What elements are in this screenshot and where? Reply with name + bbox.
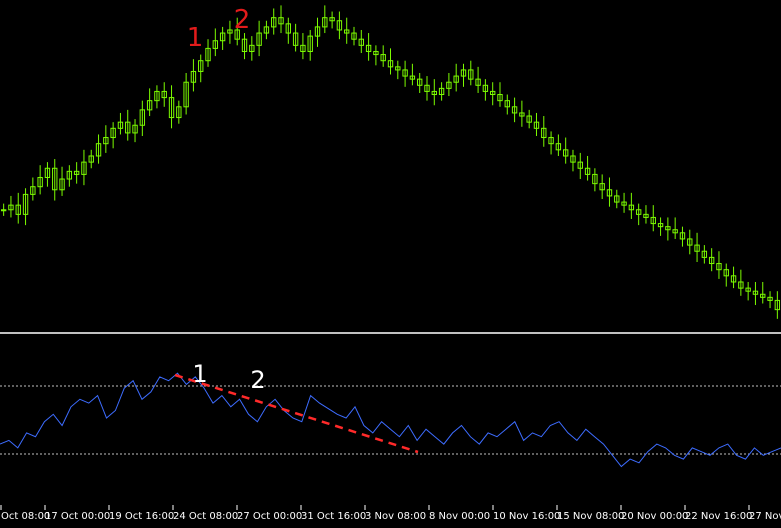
x-axis: Oct 08:0017 Oct 00:0019 Oct 16:0024 Oct … [0, 505, 781, 522]
x-axis-tick-label: 20 Nov 00:00 [621, 511, 688, 522]
indicator-marker-2: 2 [250, 366, 265, 394]
candle-body [0, 209, 7, 212]
x-axis-tick-label: 24 Oct 08:00 [173, 511, 238, 522]
x-axis-tick-label: 8 Nov 00:00 [429, 511, 490, 522]
x-axis-tick-label: 19 Oct 16:00 [109, 511, 174, 522]
x-axis-tick-label: 22 Nov 16:00 [685, 511, 752, 522]
x-axis-tick-label: 15 Nov 08:00 [557, 511, 624, 522]
x-axis-tick-label: 31 Oct 16:00 [301, 511, 366, 522]
price-marker-1: 1 [187, 23, 204, 53]
x-axis-tick-label: 3 Nov 08:00 [365, 511, 426, 522]
indicator-panel: 12 [0, 360, 781, 468]
indicator-marker-1: 1 [192, 360, 207, 388]
price-marker-2: 2 [234, 5, 251, 35]
x-axis-tick-label: 27 Nov 0 [749, 511, 781, 522]
x-axis-tick-label: 10 Nov 16:00 [493, 511, 560, 522]
x-axis-tick-label: 17 Oct 00:00 [45, 511, 110, 522]
x-axis-tick-label: Oct 08:00 [1, 511, 50, 522]
indicator-series-line [0, 372, 781, 468]
price-panel: 12 [0, 5, 781, 319]
x-axis-tick-label: 27 Oct 00:00 [237, 511, 302, 522]
indicator-trendline[interactable] [174, 373, 419, 454]
chart-canvas[interactable]: 12 12 Oct 08:0017 Oct 00:0019 Oct 16:002… [0, 0, 781, 528]
